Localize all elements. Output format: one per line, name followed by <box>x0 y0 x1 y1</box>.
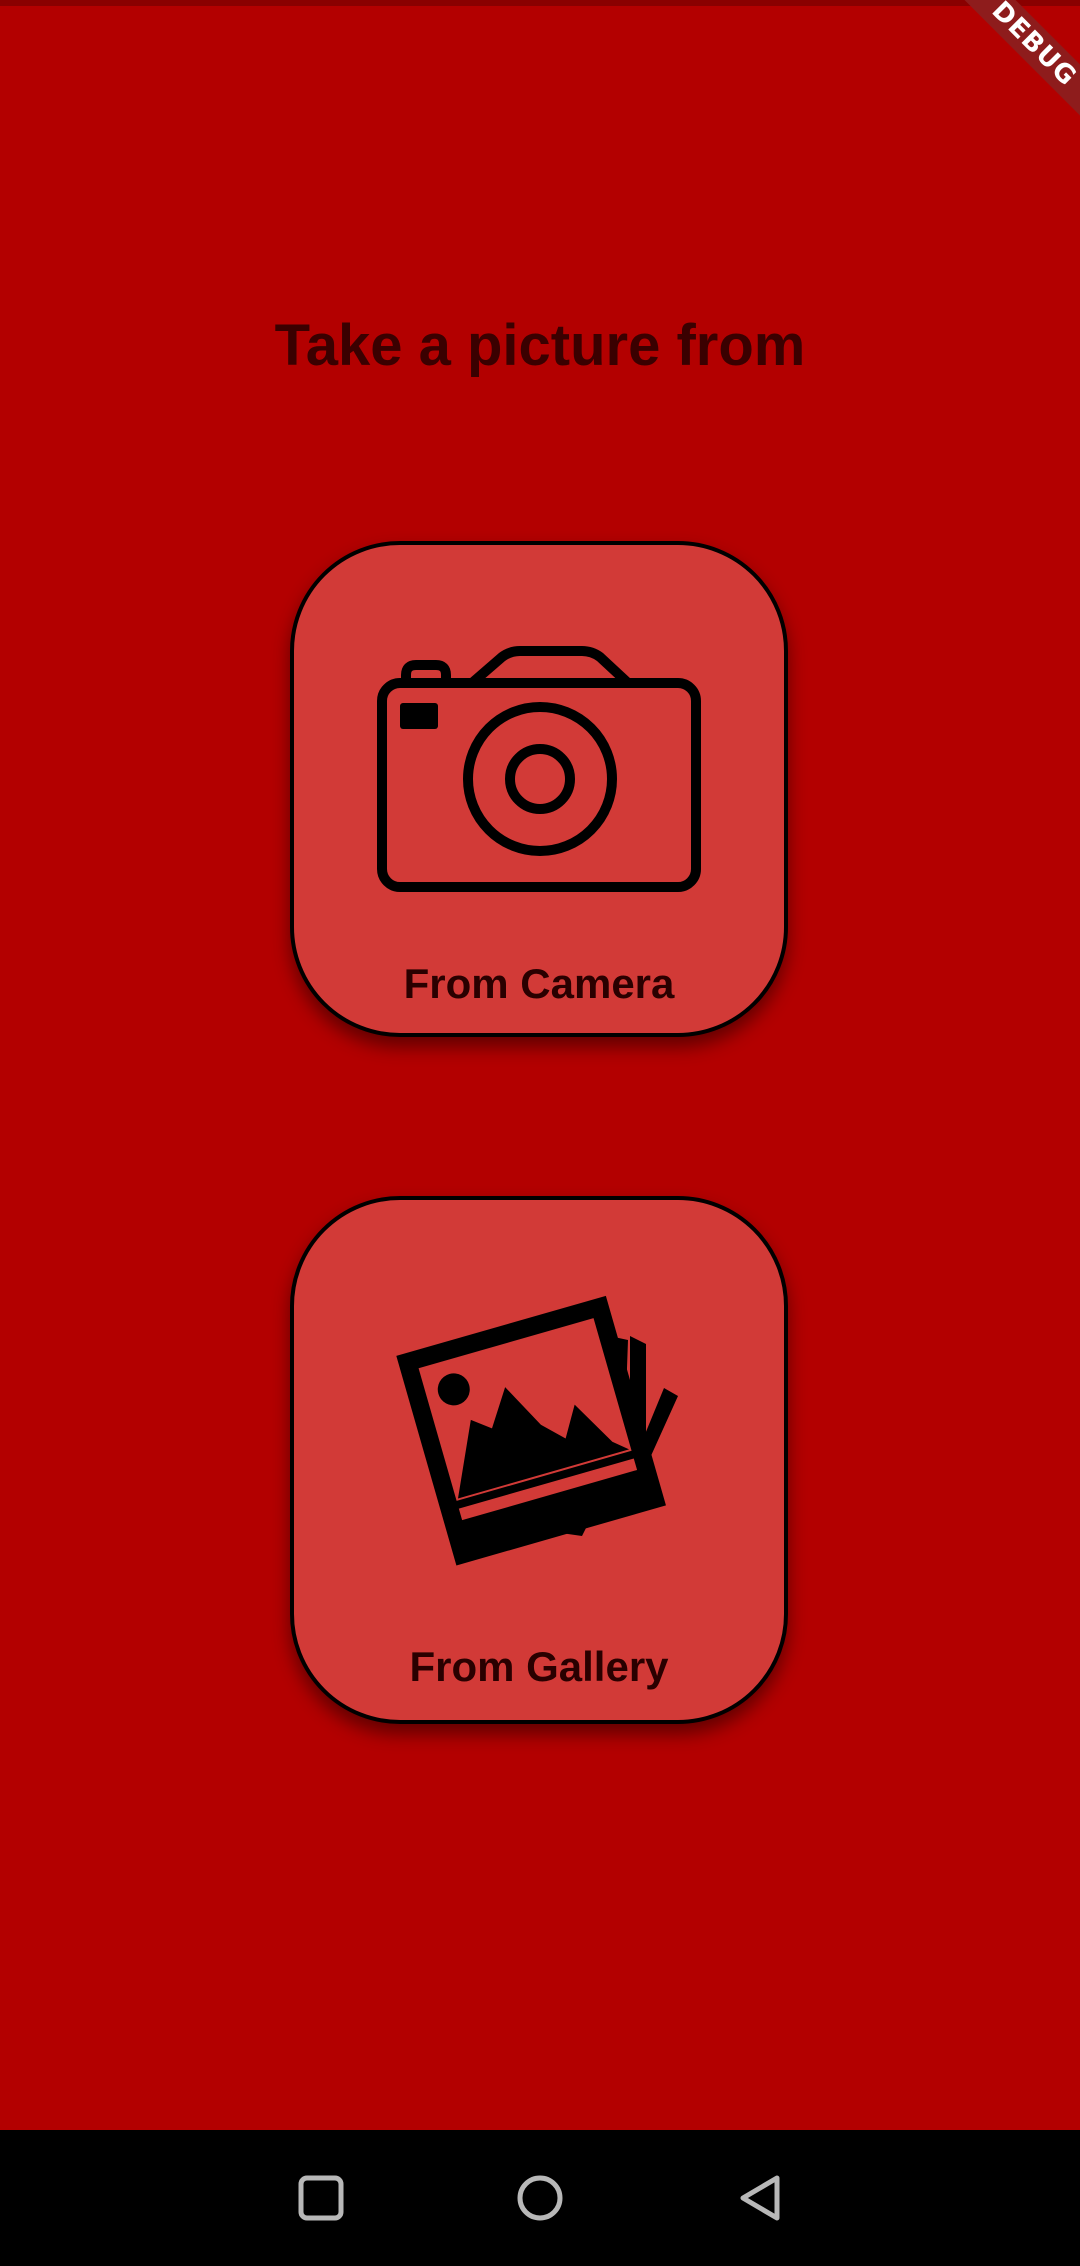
from-camera-label: From Camera <box>403 960 675 1007</box>
page-title: Take a picture from <box>274 313 806 378</box>
back-icon[interactable] <box>729 2166 793 2230</box>
from-gallery-button[interactable]: From Gallery <box>290 1196 788 1724</box>
from-gallery-label: From Gallery <box>409 1643 669 1690</box>
debug-banner: DEBUG <box>960 0 1080 120</box>
status-bar <box>0 0 1080 6</box>
system-nav-bar <box>0 2130 1080 2266</box>
from-camera-button[interactable]: From Camera <box>290 541 788 1037</box>
recents-icon[interactable] <box>289 2166 353 2230</box>
gallery-icon <box>396 1295 678 1566</box>
camera-icon <box>377 646 701 892</box>
home-icon[interactable] <box>508 2166 572 2230</box>
debug-banner-label: DEBUG <box>960 0 1080 120</box>
